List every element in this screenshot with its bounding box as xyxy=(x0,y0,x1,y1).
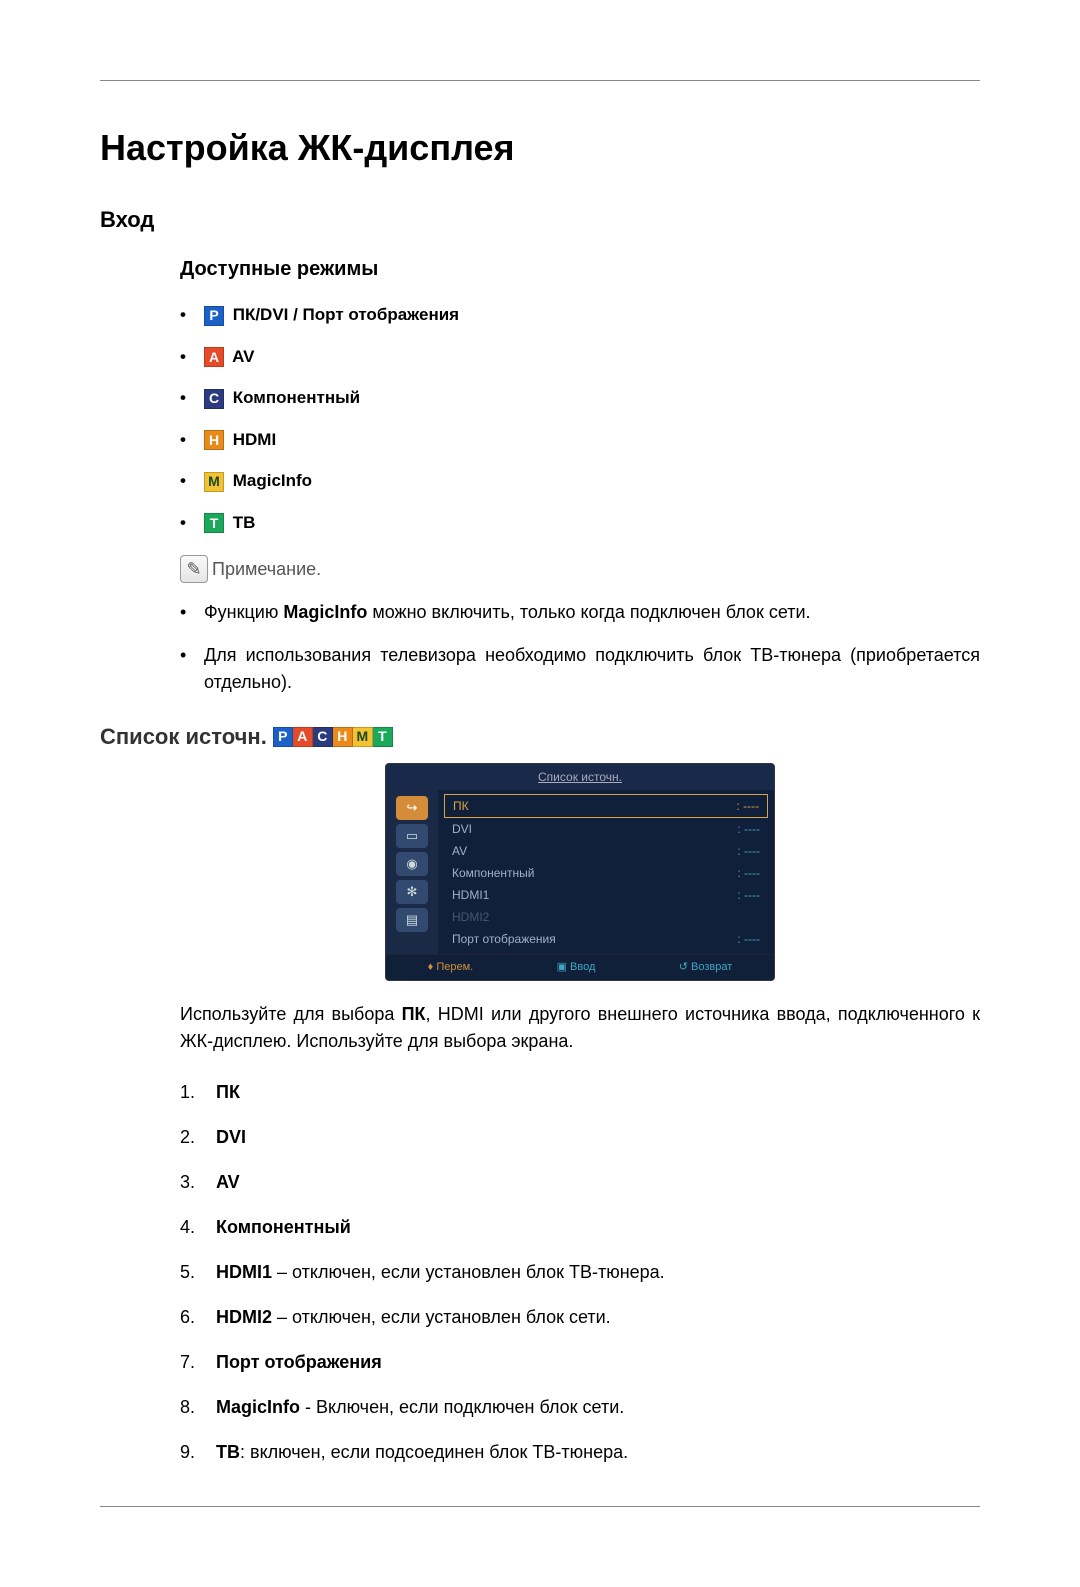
note-list: Функцию MagicInfo можно включить, только… xyxy=(180,599,980,696)
mode-item: P ПК/DVI / Порт отображения xyxy=(180,302,980,328)
mode-item: C Компонентный xyxy=(180,385,980,411)
modes-section: Доступные режимы P ПК/DVI / Порт отображ… xyxy=(180,254,980,696)
list-item: HDMI1 – отключен, если установлен блок Т… xyxy=(180,1259,980,1286)
osd-footer: ♦ Перем. ▣ Ввод ↺ Возврат xyxy=(386,954,774,980)
c-icon: C xyxy=(204,389,224,409)
list-item: AV xyxy=(180,1169,980,1196)
osd-multi-icon: ▤ xyxy=(396,908,428,932)
osd-sidebar: ↪ ▭ ◉ ✻ ▤ xyxy=(386,790,438,954)
p-icon: P xyxy=(204,306,224,326)
t-icon: T xyxy=(204,513,224,533)
mode-label: MagicInfo xyxy=(233,471,312,490)
mode-label: ТВ xyxy=(233,513,256,532)
osd-title: Список источн. xyxy=(386,764,774,790)
m-icon: M xyxy=(353,727,373,747)
note-label: Примечание. xyxy=(212,556,321,583)
mode-label: Компонентный xyxy=(233,388,360,407)
osd-row: DVI: ---- xyxy=(444,818,768,840)
h-icon: H xyxy=(204,430,224,450)
osd-row: HDMI1: ---- xyxy=(444,884,768,906)
mode-item: H HDMI xyxy=(180,427,980,453)
a-icon: A xyxy=(204,347,224,367)
osd-picture-icon: ▭ xyxy=(396,824,428,848)
input-heading: Вход xyxy=(100,203,980,236)
osd-row: Порт отображения: ---- xyxy=(444,928,768,950)
modes-heading: Доступные режимы xyxy=(180,254,980,284)
m-icon: M xyxy=(204,472,224,492)
mode-label: ПК/DVI / Порт отображения xyxy=(233,305,459,324)
mode-list: P ПК/DVI / Порт отображения A AV C Компо… xyxy=(180,302,980,535)
source-description: Используйте для выбора ПК, HDMI или друг… xyxy=(180,1001,980,1055)
osd-row: HDMI2 xyxy=(444,906,768,928)
list-item: Компонентный xyxy=(180,1214,980,1241)
t-icon: T xyxy=(373,727,393,747)
list-item: DVI xyxy=(180,1124,980,1151)
mode-label: HDMI xyxy=(233,430,276,449)
osd-row: Компонентный: ---- xyxy=(444,862,768,884)
note-heading: ✎ Примечание. xyxy=(180,555,980,583)
osd-list: ПК: ---- DVI: ---- AV: ---- Компонентный… xyxy=(438,790,774,954)
mode-label: AV xyxy=(232,347,254,366)
a-icon: A xyxy=(293,727,313,747)
note-item: Функцию MagicInfo можно включить, только… xyxy=(180,599,980,626)
osd-setup-icon: ✻ xyxy=(396,880,428,904)
mode-item: M MagicInfo xyxy=(180,468,980,494)
bottom-rule xyxy=(100,1506,980,1507)
list-item: HDMI2 – отключен, если установлен блок с… xyxy=(180,1304,980,1331)
c-icon: C xyxy=(313,727,333,747)
note-icon: ✎ xyxy=(180,555,208,583)
note-item: Для использования телевизора необходимо … xyxy=(180,642,980,696)
osd-sound-icon: ◉ xyxy=(396,852,428,876)
list-item: ТВ: включен, если подсоединен блок ТВ-тю… xyxy=(180,1439,980,1466)
mode-item: T ТВ xyxy=(180,510,980,536)
list-item: MagicInfo - Включен, если подключен блок… xyxy=(180,1394,980,1421)
osd-row: AV: ---- xyxy=(444,840,768,862)
osd-input-icon: ↪ xyxy=(396,796,428,820)
list-item: ПК xyxy=(180,1079,980,1106)
source-ol: ПК DVI AV Компонентный HDMI1 – отключен,… xyxy=(180,1079,980,1466)
badge-row: P A C H M T xyxy=(273,727,393,747)
top-rule xyxy=(100,80,980,81)
source-heading: Список источн. xyxy=(100,720,267,753)
osd-panel: Список источн. ↪ ▭ ◉ ✻ ▤ ПК: ---- DVI: -… xyxy=(385,763,775,981)
list-item: Порт отображения xyxy=(180,1349,980,1376)
source-section: Список источн. ↪ ▭ ◉ ✻ ▤ ПК: ---- DVI: -… xyxy=(180,763,980,1466)
page-title: Настройка ЖК-дисплея xyxy=(100,121,980,175)
h-icon: H xyxy=(333,727,353,747)
p-icon: P xyxy=(273,727,293,747)
source-heading-row: Список источн. P A C H M T xyxy=(100,720,980,753)
osd-row: ПК: ---- xyxy=(444,794,768,818)
mode-item: A AV xyxy=(180,344,980,370)
